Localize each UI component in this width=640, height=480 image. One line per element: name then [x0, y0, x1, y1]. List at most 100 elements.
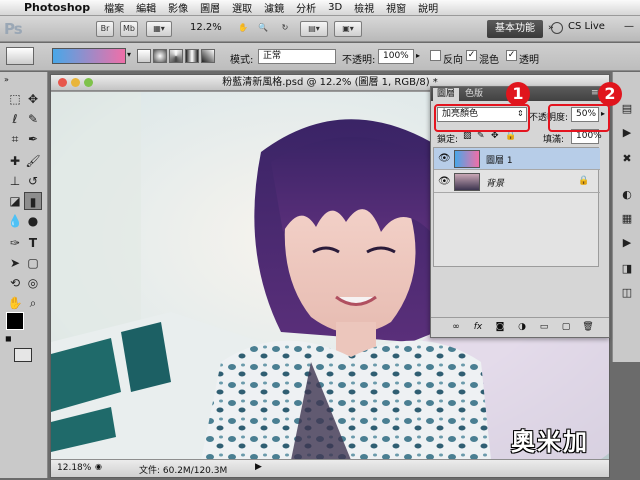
- mini-bridge-button[interactable]: Mb: [120, 21, 138, 37]
- swatches-panel-icon[interactable]: ▦: [619, 212, 635, 226]
- opacity-field[interactable]: 100%: [378, 49, 414, 64]
- rotate-view-icon[interactable]: ↻: [278, 21, 292, 37]
- brush-tool-icon[interactable]: 🖌: [24, 152, 42, 170]
- layer-name[interactable]: 背景: [486, 176, 504, 189]
- adjustment-layer-icon[interactable]: ◑: [515, 322, 529, 334]
- menu-view[interactable]: 檢視: [348, 0, 380, 15]
- opacity-dropdown-icon[interactable]: ▸: [416, 51, 420, 60]
- tool-preset-picker[interactable]: [6, 47, 34, 65]
- eye-icon[interactable]: 👁: [438, 176, 451, 188]
- tab-channels[interactable]: 色版: [461, 88, 487, 101]
- gradient-tool-icon[interactable]: ▮: [24, 192, 42, 210]
- reflected-gradient-icon[interactable]: [185, 49, 199, 63]
- dodge-tool-icon[interactable]: ●: [24, 212, 42, 230]
- layer-row-background[interactable]: 👁 背景 🔒: [434, 171, 600, 193]
- menu-edit[interactable]: 編輯: [130, 0, 162, 15]
- diamond-gradient-icon[interactable]: [201, 49, 215, 63]
- blur-tool-icon[interactable]: 💧: [6, 212, 24, 230]
- 3d-rotate-tool-icon[interactable]: ⟲: [6, 274, 24, 292]
- menu-app-name[interactable]: Photoshop: [22, 1, 98, 14]
- eye-icon[interactable]: 👁: [438, 153, 451, 165]
- menu-help[interactable]: 說明: [412, 0, 444, 15]
- lock-image-icon[interactable]: ✎: [477, 131, 485, 141]
- bridge-button[interactable]: Br: [96, 21, 114, 37]
- menu-select[interactable]: 選取: [226, 0, 258, 15]
- link-layers-icon[interactable]: ∞: [449, 322, 463, 334]
- linear-gradient-icon[interactable]: [137, 49, 151, 63]
- 3d-orbit-tool-icon[interactable]: ◎: [24, 274, 42, 292]
- history-panel-icon[interactable]: ▤: [619, 102, 635, 116]
- quick-mask-icon[interactable]: [14, 348, 32, 362]
- clone-stamp-tool-icon[interactable]: ⊥: [6, 172, 24, 190]
- eyedropper-tool-icon[interactable]: ✒: [24, 130, 42, 148]
- cs-live-button[interactable]: CS Live: [568, 21, 605, 32]
- lock-transparent-icon[interactable]: ▨: [463, 131, 472, 141]
- arrange-documents-button[interactable]: ▤▾: [300, 21, 328, 37]
- reverse-checkbox[interactable]: [430, 50, 441, 61]
- watermark: 奧米加: [511, 428, 589, 456]
- history-brush-tool-icon[interactable]: ↺: [24, 172, 42, 190]
- zoom-level[interactable]: 12.2%: [190, 22, 222, 33]
- foreground-color-swatch[interactable]: [6, 312, 24, 330]
- gradient-dropdown-icon[interactable]: ▾: [127, 50, 131, 59]
- color-panel-icon[interactable]: ◐: [619, 188, 635, 202]
- menu-file[interactable]: 檔案: [98, 0, 130, 15]
- zoom-tool-icon[interactable]: ⌕: [24, 294, 42, 312]
- tab-layers[interactable]: 圖層: [433, 88, 460, 101]
- shape-tool-icon[interactable]: ▢: [24, 254, 42, 272]
- tools-panel-icon[interactable]: ✖: [619, 152, 635, 166]
- close-window-icon[interactable]: [58, 78, 67, 87]
- angle-gradient-icon[interactable]: [169, 49, 183, 63]
- transparency-checkbox[interactable]: ✓: [506, 50, 517, 61]
- adjustments-panel-icon[interactable]: ◨: [619, 262, 635, 276]
- reverse-label: 反向: [443, 55, 463, 66]
- path-select-tool-icon[interactable]: ➤: [6, 254, 24, 272]
- menu-filter[interactable]: 濾鏡: [258, 0, 290, 15]
- dither-checkbox[interactable]: ✓: [466, 50, 477, 61]
- healing-brush-tool-icon[interactable]: ✚: [6, 152, 24, 170]
- lasso-tool-icon[interactable]: ℓ: [6, 110, 24, 128]
- menu-image[interactable]: 影像: [162, 0, 194, 15]
- eraser-tool-icon[interactable]: ◪: [6, 192, 24, 210]
- styles-panel-icon[interactable]: ▶: [619, 236, 635, 250]
- zoom-tool-icon[interactable]: 🔍: [256, 21, 270, 37]
- status-menu-arrow-icon[interactable]: ▶: [255, 462, 262, 472]
- minimize-window-icon[interactable]: [71, 78, 80, 87]
- lock-position-icon[interactable]: ✥: [491, 131, 499, 141]
- minimize-app-icon[interactable]: —: [624, 21, 634, 32]
- new-layer-icon[interactable]: ▢: [559, 322, 573, 334]
- transparency-label: 透明: [519, 55, 539, 66]
- mode-select[interactable]: 正常: [258, 49, 336, 64]
- layer-style-icon[interactable]: fx: [471, 322, 485, 334]
- menu-layer[interactable]: 圖層: [194, 0, 226, 15]
- zoom-status[interactable]: 12.18%: [57, 463, 91, 473]
- actions-panel-icon[interactable]: ▶: [619, 126, 635, 140]
- masks-panel-icon[interactable]: ◫: [619, 286, 635, 300]
- layer-row-layer1[interactable]: 👁 圖層 1: [434, 148, 600, 170]
- lock-all-icon[interactable]: 🔒: [505, 131, 516, 141]
- pen-tool-icon[interactable]: ✑: [6, 234, 24, 252]
- type-tool-icon[interactable]: T: [24, 234, 42, 252]
- delete-layer-icon[interactable]: 🗑: [581, 322, 595, 334]
- hand-tool-icon[interactable]: ✋: [236, 21, 250, 37]
- move-tool-icon[interactable]: ✥: [24, 90, 42, 108]
- quick-select-tool-icon[interactable]: ✎: [24, 110, 42, 128]
- fill-label: 填滿:: [543, 135, 565, 145]
- zoom-window-icon[interactable]: [84, 78, 93, 87]
- layer-name[interactable]: 圖層 1: [486, 153, 513, 166]
- screen-mode-button[interactable]: ▣▾: [334, 21, 362, 37]
- view-extras-button[interactable]: ▦▾: [146, 21, 172, 37]
- menu-3d[interactable]: 3D: [322, 2, 348, 13]
- menu-window[interactable]: 視窗: [380, 0, 412, 15]
- default-colors-icon[interactable]: ◼: [5, 334, 12, 343]
- radial-gradient-icon[interactable]: [153, 49, 167, 63]
- hand-tool-icon[interactable]: ✋: [6, 294, 24, 312]
- menu-analysis[interactable]: 分析: [290, 0, 322, 15]
- add-mask-icon[interactable]: ◙: [493, 322, 507, 334]
- crop-tool-icon[interactable]: ⌗: [6, 130, 24, 148]
- marquee-tool-icon[interactable]: ⬚: [6, 90, 24, 108]
- new-group-icon[interactable]: ▭: [537, 322, 551, 334]
- gradient-picker[interactable]: [52, 48, 126, 64]
- toolbox-collapse-icon[interactable]: »: [4, 75, 9, 84]
- workspace-essentials-button[interactable]: 基本功能: [487, 20, 543, 38]
